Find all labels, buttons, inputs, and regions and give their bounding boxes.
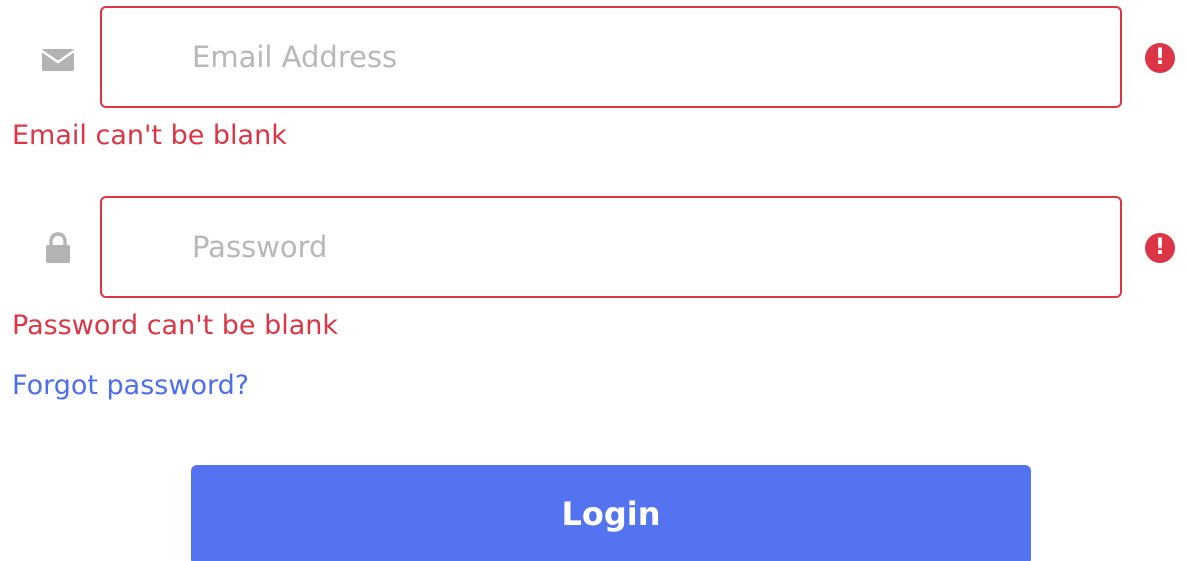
- envelope-icon: [38, 40, 78, 80]
- exclamation-circle-icon: !: [1145, 43, 1175, 73]
- email-input[interactable]: [192, 8, 1092, 106]
- exclamation-circle-icon: !: [1145, 233, 1175, 263]
- password-error-message: Password can't be blank: [12, 310, 339, 341]
- login-button[interactable]: Login: [191, 465, 1031, 561]
- password-input[interactable]: [192, 198, 1092, 296]
- login-form: ! Email can't be blank ! Password can't …: [0, 0, 1187, 561]
- password-field-container: [100, 196, 1122, 298]
- forgot-password-link[interactable]: Forgot password?: [12, 370, 249, 401]
- email-error-message: Email can't be blank: [12, 120, 287, 151]
- lock-icon: [38, 228, 78, 268]
- email-field-container: [100, 6, 1122, 108]
